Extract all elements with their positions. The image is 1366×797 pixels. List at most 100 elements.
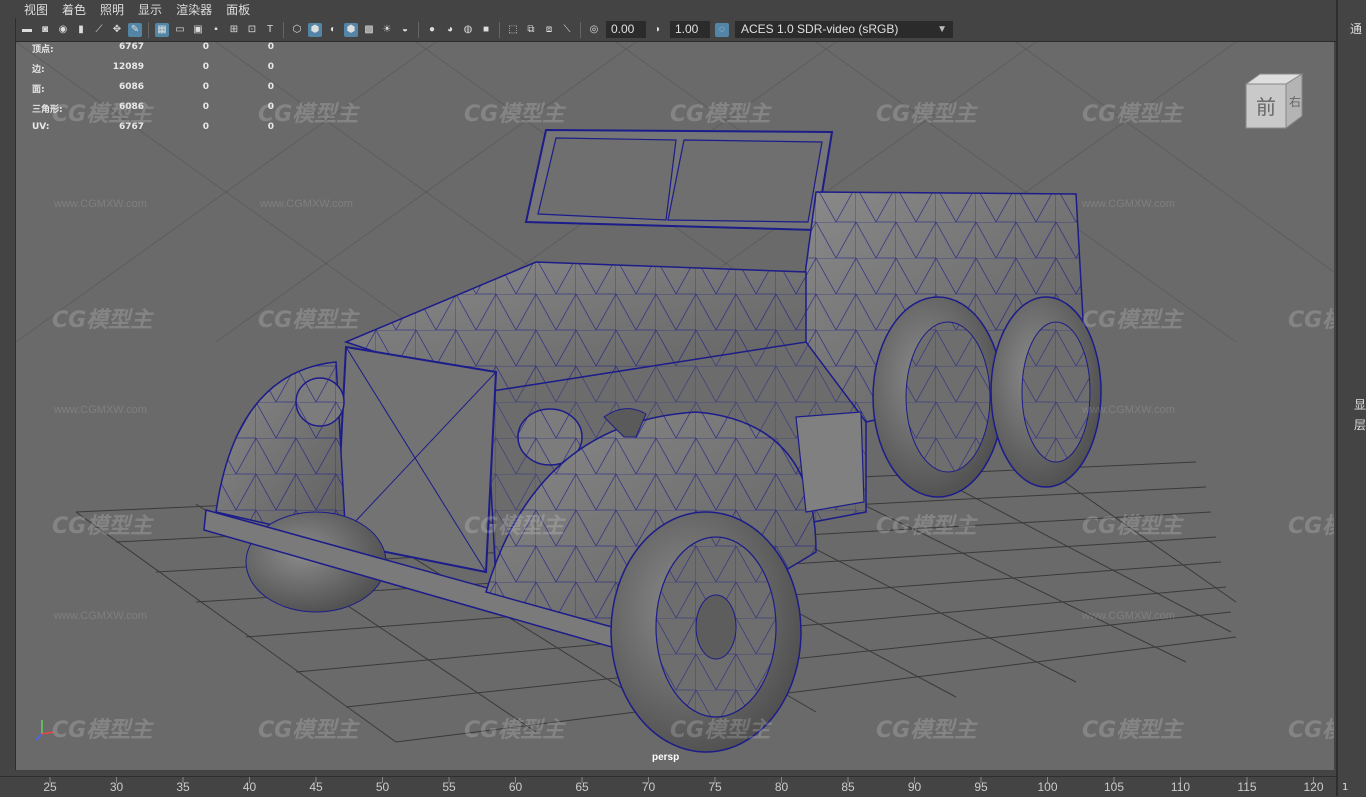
two-d-pan-icon[interactable]: ✥ bbox=[110, 23, 124, 37]
watermark-url: www.CGMXW.com bbox=[1082, 610, 1175, 622]
wireframe-icon[interactable]: ⬡ bbox=[290, 23, 304, 37]
camera-name-label: persp bbox=[652, 752, 680, 763]
color-space-dropdown[interactable]: ACES 1.0 SDR-video (sRGB) ▼ bbox=[735, 21, 953, 38]
watermark-logo: CG模型主 bbox=[670, 102, 771, 127]
watermark-logo: CG模型主 bbox=[464, 514, 565, 539]
timeline-tick-label: 70 bbox=[641, 780, 656, 794]
watermark-logo: CG模型主 bbox=[464, 718, 565, 743]
grease-pencil-icon[interactable]: ✎ bbox=[128, 22, 142, 37]
watermark-url: www.CGMXW.com bbox=[54, 198, 147, 210]
watermark-logo: CG模型主 bbox=[464, 102, 565, 127]
range-value: 1 bbox=[1342, 782, 1349, 793]
timeline-tick-label: 75 bbox=[708, 780, 722, 794]
hud-value: 0 bbox=[267, 82, 274, 92]
smooth-shade-icon[interactable]: ⬢ bbox=[308, 22, 322, 37]
panel-menubar: 视图 着色 照明 显示 渲染器 面板 bbox=[0, 0, 1336, 18]
watermark-url: www.CGMXW.com bbox=[1082, 198, 1175, 210]
shadows-icon[interactable]: ◒ bbox=[398, 23, 412, 37]
timeline-tick-label: 25 bbox=[43, 780, 57, 794]
camera-attributes-icon[interactable]: ◙ bbox=[38, 23, 52, 37]
use-all-lights-icon[interactable]: ☀ bbox=[380, 23, 394, 37]
toolbar-divider bbox=[580, 21, 581, 38]
default-material-icon[interactable]: ◐ bbox=[326, 23, 340, 37]
gamma-icon[interactable]: ◗ bbox=[651, 23, 665, 37]
wireframe-on-shaded-icon[interactable]: ⬢ bbox=[344, 22, 358, 37]
bookmark-camera-icon[interactable]: ◉ bbox=[56, 23, 70, 37]
timeline-tick-label: 80 bbox=[774, 780, 789, 794]
xray-joints-icon[interactable]: ⟍ bbox=[560, 23, 574, 37]
exposure-icon[interactable]: ◎ bbox=[587, 23, 601, 37]
layer-tab[interactable]: 层 bbox=[1354, 416, 1366, 433]
menu-renderer[interactable]: 渲染器 bbox=[176, 1, 212, 18]
menu-lighting[interactable]: 照明 bbox=[100, 1, 124, 18]
textured-icon[interactable]: ▩ bbox=[362, 23, 376, 37]
toolbar-divider bbox=[499, 21, 500, 38]
toolbar-divider bbox=[418, 21, 419, 38]
xray-icon[interactable]: ⧉ bbox=[524, 23, 538, 37]
timeline-tick-label: 55 bbox=[442, 780, 456, 794]
view-transform-icon[interactable]: ◌ bbox=[715, 22, 729, 37]
isolate-select-icon[interactable]: ⬚ bbox=[506, 23, 520, 37]
screen-space-ao-icon[interactable]: ● bbox=[425, 23, 439, 37]
menu-panels[interactable]: 面板 bbox=[226, 1, 250, 18]
watermark-logo: CG模型主 bbox=[258, 308, 359, 333]
watermark-logo: CG模型主 bbox=[1082, 718, 1183, 743]
time-slider-ticks bbox=[49, 777, 1314, 783]
car-windshield bbox=[524, 128, 834, 232]
safe-title-icon[interactable]: T bbox=[263, 23, 277, 37]
hud-value: 0 bbox=[202, 102, 209, 112]
hud-label: UV: bbox=[32, 122, 50, 132]
timeline-tick-label: 90 bbox=[907, 780, 922, 794]
timeline-tick-label: 30 bbox=[109, 780, 124, 794]
bookmark-icon[interactable]: ▮ bbox=[74, 23, 88, 37]
watermark-logo: CG模型主 bbox=[52, 718, 153, 743]
field-chart-icon[interactable]: ⊞ bbox=[227, 23, 241, 37]
poly-count-hud: 顶点: 6767 0 0 边: 12089 0 0 面: 6086 0 0 三角… bbox=[32, 42, 274, 142]
menu-show[interactable]: 显示 bbox=[138, 1, 162, 18]
watermark-logo: CG模型主 bbox=[876, 718, 977, 743]
viewport-persp[interactable]: CG模型主 CG模型主 CG模型主 CG模型主 CG模型主 CG模型主 CG模型… bbox=[16, 42, 1334, 770]
timeline-tick-label: 85 bbox=[841, 780, 855, 794]
hud-value: 0 bbox=[267, 62, 274, 72]
hud-value: 0 bbox=[202, 82, 209, 92]
hud-value: 0 bbox=[267, 122, 274, 132]
menu-view[interactable]: 视图 bbox=[24, 1, 48, 18]
time-slider[interactable]: 25 30 35 40 45 50 55 60 65 70 75 80 85 90 95 100 105 110 1… bbox=[0, 776, 1336, 797]
film-gate-icon[interactable]: ▭ bbox=[173, 23, 187, 37]
view-cube[interactable]: 前 右 bbox=[1242, 72, 1306, 132]
safe-action-icon[interactable]: ⊡ bbox=[245, 23, 259, 37]
watermark-logo: CG模型主 bbox=[876, 102, 977, 127]
watermark-url: www.CGMXW.com bbox=[54, 404, 147, 416]
select-camera-icon[interactable]: ▬ bbox=[20, 23, 34, 37]
motion-blur-icon[interactable]: ◕ bbox=[443, 23, 457, 37]
color-space-value: ACES 1.0 SDR-video (sRGB) bbox=[741, 22, 899, 36]
display-tab[interactable]: 显 bbox=[1354, 396, 1366, 413]
watermark-logo: CG模型主 bbox=[52, 308, 153, 333]
anti-aliasing-icon[interactable]: ◍ bbox=[461, 23, 475, 37]
hud-label: 顶点: bbox=[32, 45, 54, 55]
resolution-gate-icon[interactable]: ▣ bbox=[191, 23, 205, 37]
hud-row-vertices: 顶点: 6767 0 0 bbox=[32, 42, 274, 62]
hud-label: 边: bbox=[32, 65, 45, 75]
gamma-field[interactable]: 1.00 bbox=[670, 21, 710, 38]
image-plane-icon[interactable]: ⟋ bbox=[92, 23, 106, 37]
hud-value: 0 bbox=[202, 122, 209, 132]
menu-shading[interactable]: 着色 bbox=[62, 1, 86, 18]
timeline-tick-label: 50 bbox=[375, 780, 390, 794]
xray-active-icon[interactable]: ⧈ bbox=[542, 23, 556, 37]
exposure-field[interactable]: 0.00 bbox=[606, 21, 646, 38]
hud-row-triangles: 三角形: 6086 0 0 bbox=[32, 102, 274, 122]
watermark-logo: CG模型主 bbox=[1288, 308, 1334, 333]
hud-value: 6767 bbox=[118, 122, 144, 132]
hud-value: 0 bbox=[202, 42, 209, 52]
grid-icon[interactable]: ▦ bbox=[155, 22, 169, 37]
depth-of-field-icon[interactable]: ■ bbox=[479, 23, 493, 37]
toolbar-divider bbox=[283, 21, 284, 38]
gate-mask-icon[interactable]: ▪ bbox=[209, 23, 223, 37]
view-cube-front-label[interactable]: 前 bbox=[1256, 95, 1276, 119]
timeline-tick-label: 120 bbox=[1303, 780, 1324, 794]
view-cube-right-label[interactable]: 右 bbox=[1289, 94, 1301, 109]
panel-toolbar: ▬ ◙ ◉ ▮ ⟋ ✥ ✎ ▦ ▭ ▣ ▪ ⊞ ⊡ T ⬡ ⬢ ◐ ⬢ ▩ ☀ … bbox=[0, 18, 1336, 42]
hud-row-edges: 边: 12089 0 0 bbox=[32, 62, 274, 82]
channel-box-tab[interactable]: 通 bbox=[1350, 20, 1362, 37]
